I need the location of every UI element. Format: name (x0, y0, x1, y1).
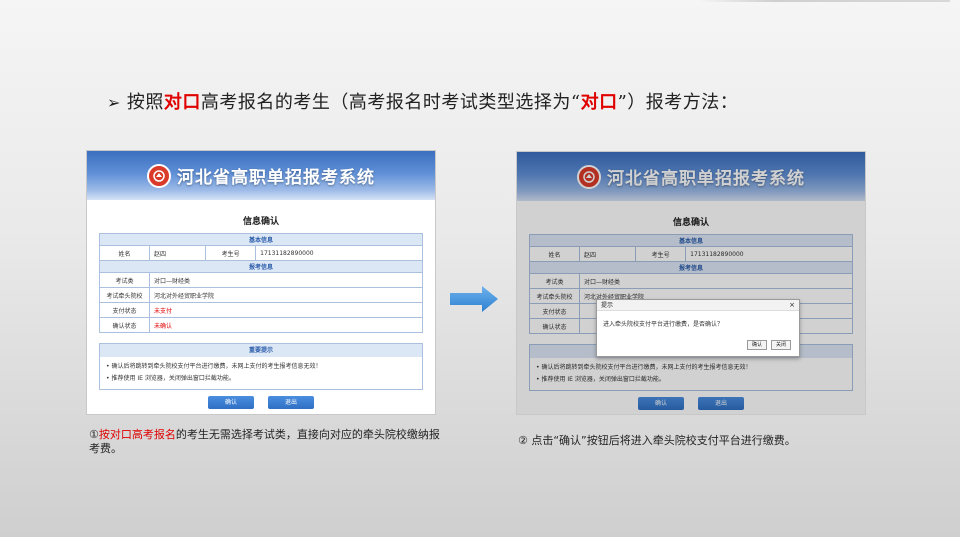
confirm-screen-right: 河北省高职单招报考系统 信息确认 基本信息 姓名 赵四 考生号 17131182… (516, 151, 866, 415)
system-title: 河北省高职单招报考系统 (177, 168, 375, 188)
flow-arrow-icon (450, 286, 498, 312)
dialog-cancel-button[interactable]: 关闭 (771, 340, 791, 350)
close-icon[interactable]: × (789, 300, 795, 311)
caption-step-2: ② 点击“确认”按钮后将进入牵头院校支付平台进行缴费。 (518, 434, 796, 447)
tips-body: • 确认后将跳转到牵头院校支付平台进行缴费，未网上支付的考生报考信息无效！ • … (100, 357, 422, 389)
tip-item: • 推荐使用 IE 浏览器，关闭弹出窗口拦截功能。 (106, 375, 235, 382)
exam-type-value: 对口—财经类 (149, 272, 423, 288)
info-table: 基本信息 姓名 赵四 考生号 17131182890000 报考信息 考试类 对… (99, 233, 423, 333)
dialog-buttons: 确认 关闭 (747, 340, 791, 350)
confirm-dialog: 提示 × 进入牵头院校支付平台进行缴费，是否确认？ 确认 关闭 (596, 299, 800, 357)
heading-suffix: ”）报考方法： (617, 92, 739, 113)
caption-step-number: ① (89, 428, 99, 441)
emblem-icon (147, 163, 171, 188)
caption-step-1: ①按对口高考报名的考生无需选择考试类，直接向对应的牵头院校缴纳报考费。 (89, 428, 449, 456)
tips-box: 重要提示 • 确认后将跳转到牵头院校支付平台进行缴费，未网上支付的考生报考信息无… (99, 343, 423, 390)
caption-highlight: 按对口高考报名 (98, 428, 176, 441)
name-value: 赵四 (148, 245, 207, 261)
bullet-arrow-icon: ➢ (107, 93, 121, 112)
system-banner: 河北省高职单招报考系统 (87, 151, 435, 200)
name-label: 姓名 (99, 245, 150, 261)
dialog-title: 提示 (601, 302, 614, 309)
heading-highlight: 对口 (163, 92, 201, 113)
heading-prefix: 按照 (126, 92, 164, 113)
dialog-header: 提示 × (597, 300, 799, 311)
page-heading: ➢ 按照对口高考报名的考生（高考报名时考试类型选择为“对口”）报考方法： (107, 88, 738, 114)
pay-status-label: 支付状态 (99, 302, 150, 318)
form-title: 信息确认 (242, 217, 279, 227)
tips-title: 重要提示 (100, 344, 422, 357)
heading-middle: 高考报名的考生（高考报名时考试类型选择为“ (200, 92, 581, 113)
top-accent-line (698, 0, 950, 2)
pay-status-value: 未支付 (149, 302, 423, 318)
school-label: 考试牵头院校 (99, 287, 150, 303)
exit-button[interactable]: 退出 (268, 396, 314, 409)
confirm-screen-left: 河北省高职单招报考系统 信息确认 基本信息 姓名 赵四 考生号 17131182… (86, 150, 436, 415)
apply-section-header: 报考信息 (99, 260, 423, 273)
modal-overlay (517, 152, 865, 414)
school-value: 河北对外经贸职业学院 (149, 287, 423, 303)
exam-no-value: 17131182890000 (255, 245, 423, 261)
dialog-message: 进入牵头院校支付平台进行缴费，是否确认？ (603, 321, 724, 328)
exam-type-label: 考试类 (99, 272, 150, 288)
tip-item: • 确认后将跳转到牵头院校支付平台进行缴费，未网上支付的考生报考信息无效！ (106, 363, 322, 370)
heading-highlight-2: 对口 (580, 92, 618, 113)
confirm-button[interactable]: 确认 (208, 396, 254, 409)
basic-section-header: 基本信息 (99, 233, 423, 246)
exam-no-label: 考生号 (205, 245, 257, 261)
confirm-status-value: 未确认 (149, 317, 423, 333)
button-row: 确认 退出 (87, 396, 435, 409)
dialog-ok-button[interactable]: 确认 (747, 340, 767, 350)
confirm-status-label: 确认状态 (99, 317, 150, 333)
